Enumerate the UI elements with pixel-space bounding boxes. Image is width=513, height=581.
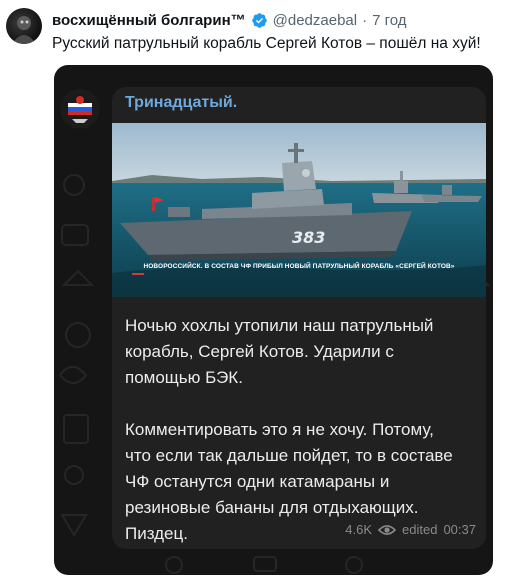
message-gap <box>125 391 480 417</box>
tweet-header: восхищённый болгарин™ @dedzaebal · 7 год <box>52 9 503 31</box>
author-name[interactable]: восхищённый болгарин™ <box>52 12 246 29</box>
telegram-message-bubble: Тринадцатый. 383 НОВОРОССИЙСК. В СОСТАВ … <box>112 87 486 549</box>
verified-badge-icon <box>251 12 267 28</box>
message-line: Комментировать это я не хочу. Потому, <box>125 420 434 439</box>
view-count: 4.6K <box>345 522 373 537</box>
caption-accent <box>132 273 144 275</box>
message-line: помощью БЭК. <box>125 368 243 387</box>
photo-caption: НОВОРОССИЙСК. В СОСТАВ ЧФ ПРИБЫЛ НОВЫЙ П… <box>143 263 455 270</box>
channel-avatar[interactable] <box>60 89 100 129</box>
message-line: ЧФ останутся одни катамараны и <box>125 472 390 491</box>
channel-name[interactable]: Тринадцатый. <box>125 94 237 112</box>
message-line: корабль, Сергей Котов. Ударили с <box>125 342 394 361</box>
eye-icon <box>378 524 397 535</box>
message-line: что если так дальше пойдет, то в составе <box>125 446 453 465</box>
message-meta: 4.6K edited 00:37 <box>345 522 476 537</box>
hull-number: 383 <box>292 228 325 247</box>
separator-dot: · <box>362 11 368 29</box>
message-line: Ночью хохлы утопили наш патрульный <box>125 316 434 335</box>
edited-label: edited <box>402 522 438 537</box>
tweet-text: Русский патрульный корабль Сергей Котов … <box>52 35 481 52</box>
post-time: 00:37 <box>443 522 476 537</box>
tweet-timestamp[interactable]: 7 год <box>372 12 406 29</box>
message-line: резиновые бананы для отдыхающих. <box>125 498 419 517</box>
message-text: Ночью хохлы утопили наш патрульный кораб… <box>125 313 480 547</box>
tweet-media-screenshot[interactable]: Тринадцатый. 383 НОВОРОССИЙСК. В СОСТАВ … <box>54 65 493 575</box>
tweet: восхищённый болгарин™ @dedzaebal · 7 год… <box>0 0 513 581</box>
author-avatar[interactable] <box>6 8 42 44</box>
ship-photo[interactable]: 383 НОВОРОССИЙСК. В СОСТАВ ЧФ ПРИБЫЛ НОВ… <box>112 123 486 297</box>
author-handle[interactable]: @dedzaebal <box>273 12 357 29</box>
